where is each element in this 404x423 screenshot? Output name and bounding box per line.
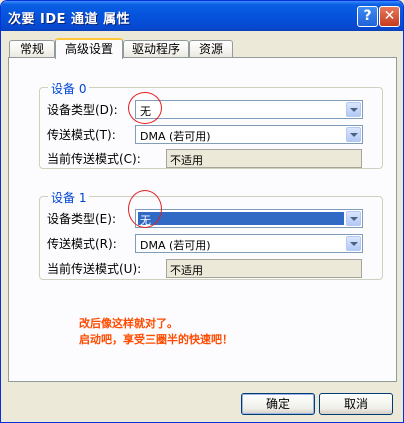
device0-legend: 设备 0 [48, 80, 90, 97]
chevron-down-icon[interactable] [346, 211, 361, 226]
cancel-button[interactable]: 取消 [319, 393, 393, 415]
title-bar[interactable]: 次要 IDE 通道 属性 ? ✕ [1, 1, 403, 31]
tab-general[interactable]: 常规 [9, 40, 55, 58]
device1-legend: 设备 1 [48, 189, 90, 206]
device0-current-field: 不适用 [166, 149, 362, 168]
device0-transfer-label: 传送模式(T): [47, 128, 116, 142]
close-button[interactable]: ✕ [379, 6, 400, 27]
device0-transfer-value: DMA (若可用) [140, 130, 211, 143]
window-title: 次要 IDE 通道 属性 [8, 12, 131, 27]
device1-current-field: 不适用 [166, 259, 362, 278]
tab-advanced-settings[interactable]: 高级设置 [55, 38, 123, 59]
device1-type-label: 设备类型(E): [47, 212, 116, 226]
device0-transfer-select[interactable]: DMA (若可用) [135, 125, 363, 144]
device1-current-value: 不适用 [170, 264, 203, 277]
help-button[interactable]: ? [357, 6, 378, 27]
device0-type-label: 设备类型(D): [47, 103, 118, 117]
ok-button[interactable]: 确定 [241, 393, 315, 415]
highlight-circle [128, 92, 162, 124]
highlight-circle [128, 190, 162, 228]
device1-group: 设备 1 设备类型(E): 无 传送模式(R): DMA (若可用) 当前传送模… [39, 189, 383, 280]
tab-panel: 设备 0 设备类型(D): 无 传送模式(T): DMA (若可用) 当前传送模… [8, 57, 397, 382]
selection-highlight [138, 212, 344, 225]
annotation-line-1: 改后像这样就对了。 [79, 317, 178, 330]
tab-resources[interactable]: 资源 [189, 40, 233, 58]
device1-transfer-select[interactable]: DMA (若可用) [135, 234, 363, 253]
properties-window: 次要 IDE 通道 属性 ? ✕ 常规 高级设置 驱动程序 资源 设备 0 设备… [0, 0, 404, 423]
chevron-down-icon[interactable] [346, 127, 361, 142]
chevron-down-icon[interactable] [346, 102, 361, 117]
device0-current-label: 当前传送模式(C): [47, 152, 141, 166]
device0-group: 设备 0 设备类型(D): 无 传送模式(T): DMA (若可用) 当前传送模… [39, 80, 383, 169]
device0-type-select[interactable]: 无 [135, 100, 363, 119]
device1-transfer-value: DMA (若可用) [140, 239, 211, 252]
device1-type-select[interactable]: 无 [135, 209, 363, 228]
tab-driver[interactable]: 驱动程序 [123, 40, 189, 58]
device0-current-value: 不适用 [170, 154, 203, 167]
device1-transfer-label: 传送模式(R): [47, 237, 117, 251]
chevron-down-icon[interactable] [346, 236, 361, 251]
annotation-line-2: 启动吧，享受三圈半的快速吧！ [79, 333, 233, 346]
device1-current-label: 当前传送模式(U): [47, 262, 142, 276]
